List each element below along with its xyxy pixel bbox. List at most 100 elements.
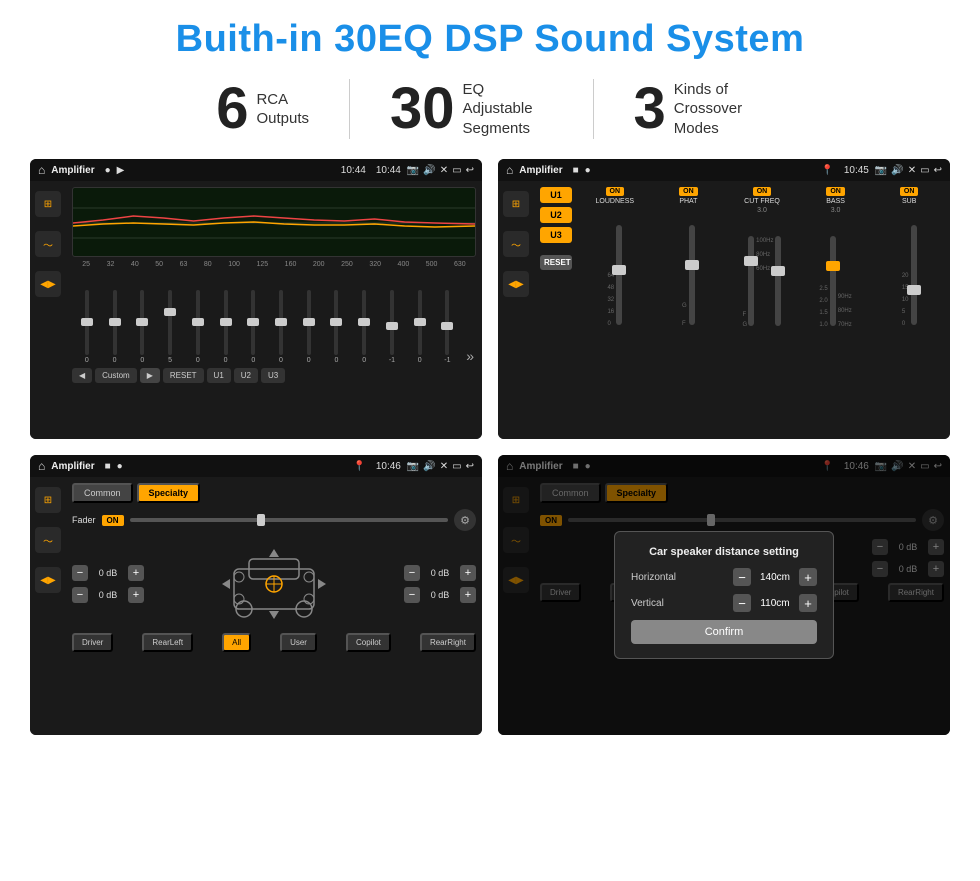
stat-number-rca: 6 bbox=[216, 80, 248, 138]
eq-slider-6: 0 bbox=[213, 290, 239, 364]
eq-arrows[interactable]: » bbox=[466, 348, 474, 364]
amp-ch-name-bass: BASS bbox=[826, 198, 845, 205]
eq-slider-2: 0 bbox=[102, 290, 128, 364]
amp-preset-u1[interactable]: U1 bbox=[540, 187, 572, 203]
page-container: Buith-in 30EQ DSP Sound System 6 RCAOutp… bbox=[0, 0, 980, 881]
cross1-minus1[interactable]: − bbox=[72, 565, 88, 581]
eq-sliders-area: 0 0 0 5 0 0 0 0 0 0 0 -1 0 -1 » bbox=[72, 274, 476, 364]
amp-reset-btn[interactable]: RESET bbox=[540, 255, 572, 270]
amp-slider-loudness[interactable] bbox=[616, 225, 622, 325]
eq-sidebar-icon2[interactable]: 〜 bbox=[35, 231, 61, 257]
eq-play-btn[interactable]: ▶ bbox=[140, 368, 160, 383]
amp-ch-loudness: ON LOUDNESS 644832160 bbox=[580, 187, 650, 433]
dialog-horizontal-val: 140cm bbox=[755, 572, 795, 583]
cross1-plus2[interactable]: + bbox=[128, 587, 144, 603]
cross1-minus2[interactable]: − bbox=[72, 587, 88, 603]
vol-icon: 🔊 bbox=[423, 165, 435, 176]
amp-slider-sub[interactable] bbox=[911, 225, 917, 325]
cross1-copilot-btn[interactable]: Copilot bbox=[346, 633, 391, 652]
home-icon: ⌂ bbox=[38, 163, 45, 177]
eq-u3-btn[interactable]: U3 bbox=[261, 368, 285, 383]
cross1-sidebar-icon1[interactable]: ⊞ bbox=[35, 487, 61, 513]
cross1-specialty-tab[interactable]: Specialty bbox=[137, 483, 201, 503]
amp-preset-u3[interactable]: U3 bbox=[540, 227, 572, 243]
dialog-vertical-minus[interactable]: − bbox=[733, 594, 751, 612]
cross1-tabs: Common Specialty bbox=[72, 483, 476, 503]
amp-on-phat[interactable]: ON bbox=[679, 187, 698, 196]
amp-on-bass[interactable]: ON bbox=[826, 187, 845, 196]
stat-number-crossover: 3 bbox=[634, 80, 666, 138]
dialog-vertical-row: Vertical − 110cm + bbox=[631, 594, 817, 612]
dialog-horizontal-plus[interactable]: + bbox=[799, 568, 817, 586]
main-title: Buith-in 30EQ DSP Sound System bbox=[30, 18, 950, 61]
amp-min-icon: ▭ bbox=[920, 165, 929, 176]
cross1-plus1[interactable]: + bbox=[128, 565, 144, 581]
cross1-cam-icon: 📷 bbox=[407, 461, 419, 472]
cross1-minus4[interactable]: − bbox=[404, 587, 420, 603]
cross1-settings-icon[interactable]: ⚙ bbox=[454, 509, 476, 531]
cross1-db-row1: − 0 dB + bbox=[72, 565, 144, 581]
cross1-driver-btn[interactable]: Driver bbox=[72, 633, 113, 652]
cam-icon: 📷 bbox=[407, 165, 419, 176]
cross1-time-val: 10:46 bbox=[376, 461, 401, 472]
amp-on-sub[interactable]: ON bbox=[900, 187, 919, 196]
confirm-button[interactable]: Confirm bbox=[631, 620, 817, 644]
cross1-user-btn[interactable]: User bbox=[280, 633, 317, 652]
eq-slider-8: 0 bbox=[268, 290, 294, 364]
distance-dialog: Car speaker distance setting Horizontal … bbox=[614, 531, 834, 659]
amp-ch-sub: ON SUB 20151050 bbox=[874, 187, 944, 433]
eq-u1-btn[interactable]: U1 bbox=[207, 368, 231, 383]
stat-label-rca: RCAOutputs bbox=[256, 90, 309, 129]
amp-sidebar-icon2[interactable]: 〜 bbox=[503, 231, 529, 257]
stats-row: 6 RCAOutputs 30 EQ AdjustableSegments 3 … bbox=[30, 79, 950, 139]
eq-chart bbox=[72, 187, 476, 257]
amp-sidebar-icon3[interactable]: ◀▶ bbox=[503, 271, 529, 297]
amp-on-cutfreq[interactable]: ON bbox=[753, 187, 772, 196]
cross1-fader-thumb bbox=[257, 514, 265, 526]
cross1-fader-row: Fader ON ⚙ bbox=[72, 509, 476, 531]
cross1-sidebar: ⊞ 〜 ◀▶ bbox=[30, 477, 66, 735]
eq-slider-9: 0 bbox=[296, 290, 322, 364]
eq-prev-btn[interactable]: ◀ bbox=[72, 368, 92, 383]
cross1-sidebar-icon2[interactable]: 〜 bbox=[35, 527, 61, 553]
cross1-db-val1: 0 dB bbox=[92, 568, 124, 578]
dialog-title: Car speaker distance setting bbox=[631, 546, 817, 558]
amp-ch-name-loudness: LOUDNESS bbox=[596, 198, 635, 205]
cross1-sidebar-icon3[interactable]: ◀▶ bbox=[35, 567, 61, 593]
eq-u2-btn[interactable]: U2 bbox=[234, 368, 258, 383]
amp-time-icon: 📍 bbox=[821, 165, 833, 176]
eq-reset-btn[interactable]: RESET bbox=[163, 368, 204, 383]
cross1-rearright-btn[interactable]: RearRight bbox=[420, 633, 476, 652]
stat-label-eq: EQ AdjustableSegments bbox=[463, 80, 553, 139]
dialog-overlay: Car speaker distance setting Horizontal … bbox=[498, 455, 950, 735]
dialog-horizontal-minus[interactable]: − bbox=[733, 568, 751, 586]
amp-vol-icon: 🔊 bbox=[891, 165, 903, 176]
amp-back-icon: ↩ bbox=[934, 165, 942, 176]
eq-sidebar-icon3[interactable]: ◀▶ bbox=[35, 271, 61, 297]
cross1-screen-title: Amplifier bbox=[51, 461, 94, 472]
eq-sidebar-icon1[interactable]: ⊞ bbox=[35, 191, 61, 217]
amp-status-icons: 📷 🔊 ✕ ▭ ↩ bbox=[875, 165, 942, 176]
cross1-plus4[interactable]: + bbox=[460, 587, 476, 603]
amp-preset-u2[interactable]: U2 bbox=[540, 207, 572, 223]
eq-status-bar: ⌂ Amplifier ● ▶ 10:44 10:44 📷 🔊 ✕ ▭ ↩ bbox=[30, 159, 482, 181]
amp-main: U1 U2 U3 RESET ON LOUDNESS bbox=[534, 181, 950, 439]
cross1-all-btn[interactable]: All bbox=[222, 633, 251, 652]
amp-on-loudness[interactable]: ON bbox=[606, 187, 625, 196]
amp-slider-phat[interactable] bbox=[689, 225, 695, 325]
cross1-rearleft-btn[interactable]: RearLeft bbox=[142, 633, 193, 652]
cross1-fader-slider[interactable] bbox=[130, 518, 448, 522]
eq-slider-4: 5 bbox=[157, 290, 183, 364]
cross1-fader-on[interactable]: ON bbox=[102, 515, 124, 526]
close-icon: ✕ bbox=[440, 165, 448, 176]
eq-custom-btn[interactable]: Custom bbox=[95, 368, 137, 383]
cross1-plus3[interactable]: + bbox=[460, 565, 476, 581]
amp-ch-cutfreq: ON CUT FREQ 3.0 FG bbox=[727, 187, 797, 433]
amp-slider-cutfreq2[interactable] bbox=[775, 236, 781, 326]
dialog-vertical-plus[interactable]: + bbox=[799, 594, 817, 612]
cross1-minus3[interactable]: − bbox=[404, 565, 420, 581]
amp-sidebar-icon1[interactable]: ⊞ bbox=[503, 191, 529, 217]
cross1-common-tab[interactable]: Common bbox=[72, 483, 133, 503]
amp-slider-cutfreq1[interactable] bbox=[748, 236, 754, 326]
amp-slider-bass[interactable] bbox=[830, 236, 836, 326]
